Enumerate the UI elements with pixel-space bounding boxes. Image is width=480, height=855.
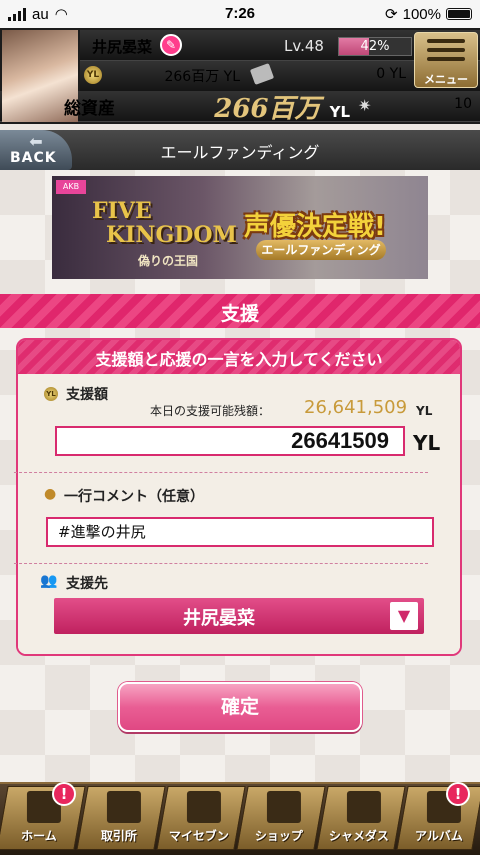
form-header-text: 支援額と応援の一言を入力してください bbox=[95, 350, 383, 369]
remaining-unit: YL bbox=[416, 404, 433, 418]
page-title: エールファンディング bbox=[160, 143, 320, 162]
banner-event-title: 声優決定戦! bbox=[244, 212, 386, 242]
shop-icon bbox=[266, 791, 301, 823]
remaining-label: 本日の支援可能残額： bbox=[150, 404, 271, 418]
tab-shop[interactable]: ショップ bbox=[236, 786, 326, 850]
section-title: 支援 bbox=[220, 303, 259, 325]
menu-icon bbox=[427, 39, 465, 66]
divider bbox=[14, 563, 428, 564]
money-value: 266百万 YL bbox=[164, 69, 240, 85]
event-banner[interactable]: AKB FIVE KINGDOM 偽りの王国 声優決定戦! エールファンディング bbox=[52, 176, 428, 279]
yl-coin-icon: YL bbox=[44, 387, 58, 401]
battery-percent: 100% bbox=[402, 5, 441, 23]
tab-shamedas[interactable]: シャメダス bbox=[316, 786, 406, 850]
chart-icon bbox=[106, 791, 141, 823]
total-assets-value: 266百万 YL bbox=[210, 88, 350, 125]
tab-exchange[interactable]: 取引所 bbox=[76, 786, 166, 850]
comment-icon: ● bbox=[44, 486, 57, 502]
tab-label: ショップ bbox=[254, 829, 303, 843]
amount-input[interactable]: 26641509 bbox=[55, 426, 405, 456]
tab-label: アルバム bbox=[414, 829, 463, 843]
target-label: 支援先 bbox=[66, 576, 108, 592]
banner-title-line1: FIVE bbox=[92, 198, 152, 224]
tab-my-seven[interactable]: マイセブン bbox=[156, 786, 246, 850]
menu-button[interactable]: メニュー bbox=[414, 32, 478, 88]
tab-label: シャメダス bbox=[328, 829, 389, 843]
comment-input[interactable]: #進撃の井尻 bbox=[46, 517, 434, 547]
remaining-value: 26,641,509 bbox=[304, 397, 408, 418]
notification-badge: ! bbox=[52, 782, 76, 806]
menu-label: メニュー bbox=[424, 73, 468, 86]
divider bbox=[14, 472, 428, 473]
akb-logo: AKB bbox=[56, 180, 86, 194]
dropdown-arrow-icon[interactable]: ▼ bbox=[390, 602, 418, 630]
level-progress-text: 42% bbox=[360, 39, 390, 54]
player-name: 井尻晏菜 bbox=[92, 38, 153, 56]
comment-label: 一行コメント（任意） bbox=[64, 489, 204, 505]
level-progress-bar: 42% bbox=[338, 37, 412, 56]
banner-event-sub: エールファンディング bbox=[256, 240, 386, 260]
gem-icon: ✷ bbox=[358, 96, 372, 115]
amount-label: 支援額 bbox=[66, 387, 108, 403]
members-icon bbox=[186, 791, 221, 823]
total-assets-number: 266百万 bbox=[214, 94, 321, 124]
level-label: Lv.48 bbox=[284, 37, 324, 55]
rotation-lock-icon: ⟳ bbox=[385, 6, 398, 23]
banner-title-line2: KINGDOM bbox=[106, 222, 237, 248]
ticket-value: 0 YL bbox=[376, 66, 406, 82]
amount-unit: YL bbox=[413, 431, 441, 455]
tab-label: ホーム bbox=[21, 829, 57, 843]
confirm-button[interactable]: 確定 bbox=[118, 682, 362, 732]
photo-icon bbox=[346, 791, 381, 823]
status-right: ⟳ 100% bbox=[385, 5, 472, 23]
tab-label: 取引所 bbox=[100, 829, 137, 843]
profile-edit-icon[interactable]: ✎ bbox=[160, 34, 182, 56]
gem-count: 10 bbox=[454, 96, 472, 112]
battery-icon bbox=[446, 8, 472, 20]
total-assets-label: 総資産 bbox=[64, 99, 115, 119]
tab-label: マイセブン bbox=[168, 829, 229, 843]
target-select-value[interactable]: 井尻晏菜 bbox=[54, 604, 384, 630]
people-icon: 👥 bbox=[40, 573, 58, 589]
total-assets-unit: YL bbox=[329, 103, 350, 121]
status-bar: au ◠ 7:26 ⟳ 100% bbox=[0, 0, 480, 28]
notification-badge: ! bbox=[446, 782, 470, 806]
yl-coin-icon: YL bbox=[84, 66, 102, 84]
banner-subtitle: 偽りの王国 bbox=[138, 254, 199, 268]
